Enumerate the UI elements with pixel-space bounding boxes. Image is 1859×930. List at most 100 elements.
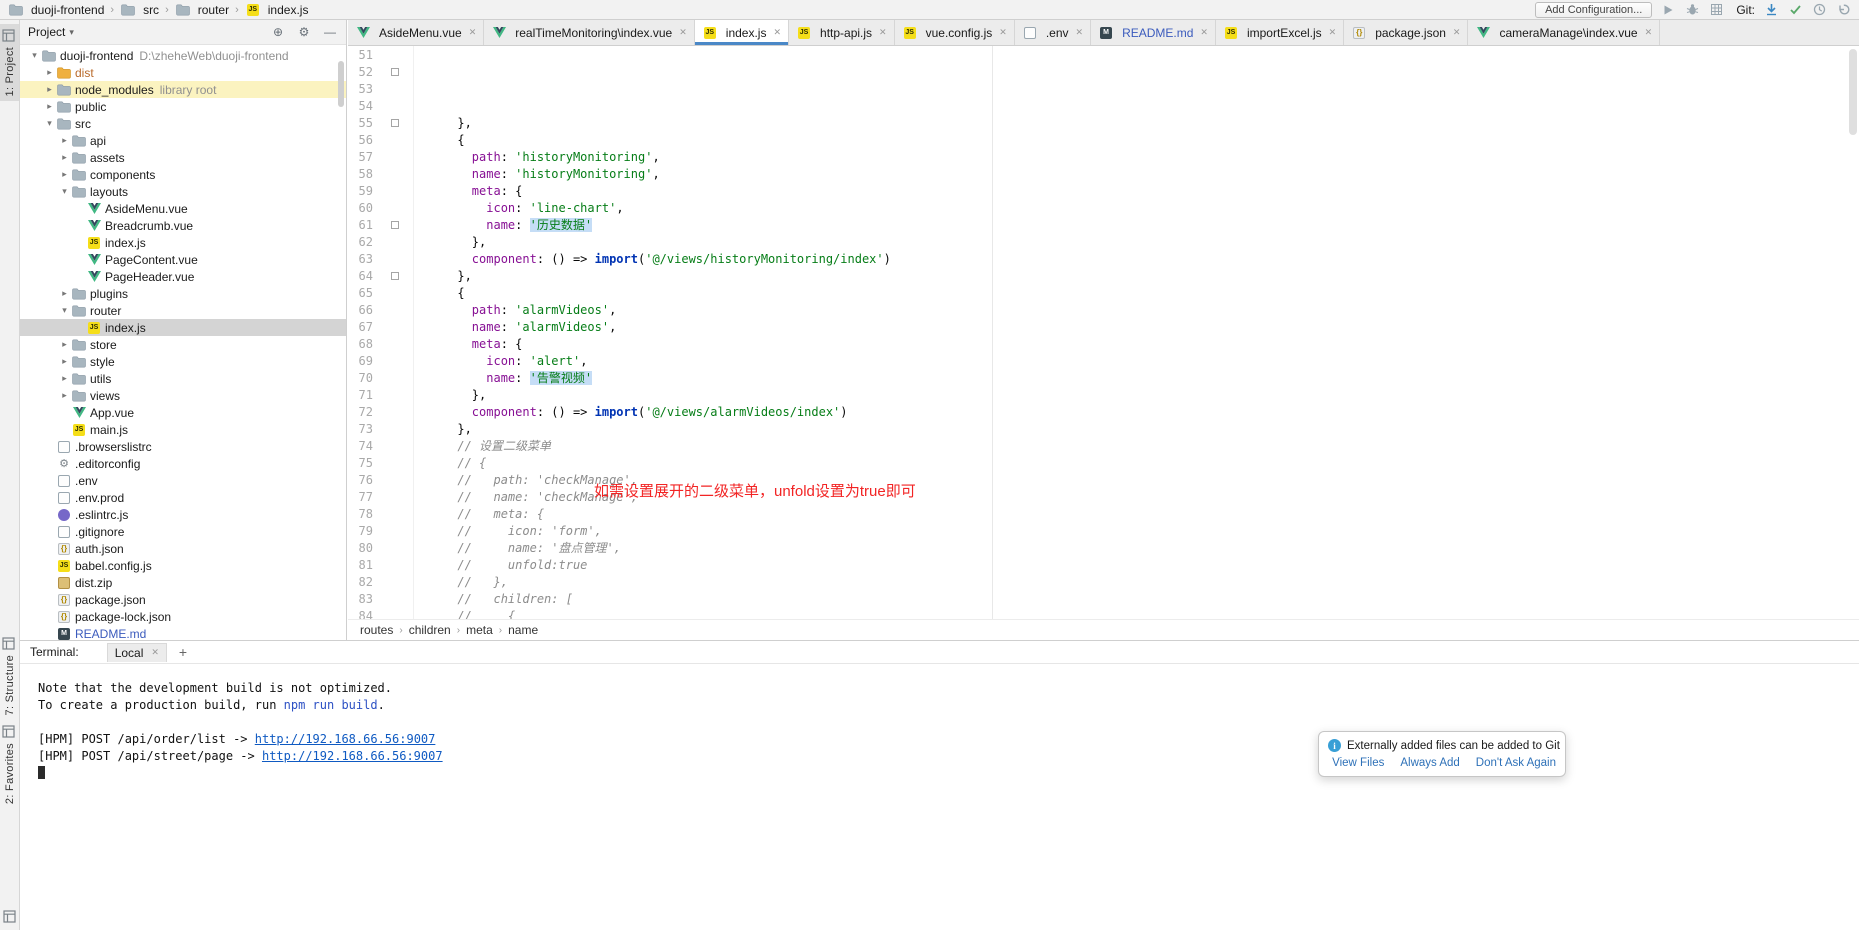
expanded-chevron-icon[interactable]: ▾ [58, 186, 71, 197]
close-tab-icon[interactable]: ✕ [1453, 27, 1461, 38]
tree-item[interactable]: ▾router [20, 302, 346, 319]
code-area[interactable]: 如需设置展开的二级菜单，unfold设置为true即可 }, { path: '… [414, 46, 1859, 619]
tree-item[interactable]: ⚙.editorconfig [20, 455, 346, 472]
collapsed-chevron-icon[interactable]: ▸ [58, 373, 71, 384]
tree-item[interactable]: PageHeader.vue [20, 268, 346, 285]
terminal-tab[interactable]: Local✕ [107, 643, 167, 662]
tree-item[interactable]: ▾duoji-frontendD:\zheheWeb\duoji-fronten… [20, 47, 346, 64]
tree-item[interactable]: JSmain.js [20, 421, 346, 438]
clock-icon[interactable] [1811, 2, 1827, 18]
code-breadcrumb-item[interactable]: meta [466, 623, 493, 637]
collapsed-chevron-icon[interactable]: ▸ [58, 288, 71, 299]
bug-icon[interactable] [1684, 2, 1700, 18]
tree-item[interactable]: .gitignore [20, 523, 346, 540]
collapsed-chevron-icon[interactable]: ▸ [58, 390, 71, 401]
tree-item[interactable]: ▾src [20, 115, 346, 132]
expanded-chevron-icon[interactable]: ▾ [43, 118, 56, 129]
collapsed-chevron-icon[interactable]: ▸ [43, 84, 56, 95]
tree-item[interactable]: ▸utils [20, 370, 346, 387]
close-tab-icon[interactable]: ✕ [879, 27, 887, 38]
settings-icon[interactable]: ⚙ [296, 24, 312, 40]
tree-item[interactable]: Breadcrumb.vue [20, 217, 346, 234]
expanded-chevron-icon[interactable]: ▾ [28, 50, 41, 61]
close-tab-icon[interactable]: ✕ [679, 27, 687, 38]
tree-item[interactable]: .browserslistrc [20, 438, 346, 455]
notification-action[interactable]: View Files [1332, 757, 1384, 769]
close-tab-icon[interactable]: ✕ [773, 27, 781, 38]
tree-item[interactable]: PageContent.vue [20, 251, 346, 268]
tree-scrollbar[interactable] [338, 61, 344, 107]
close-tab-icon[interactable]: ✕ [151, 647, 159, 658]
tool-window-button[interactable]: 7: Structure [0, 632, 19, 720]
tree-item[interactable]: MREADME.md [20, 625, 346, 640]
editor-tab[interactable]: MREADME.md✕ [1091, 20, 1216, 45]
add-configuration-button[interactable]: Add Configuration... [1535, 2, 1652, 18]
tree-item[interactable]: .env [20, 472, 346, 489]
grid-icon[interactable] [1708, 2, 1724, 18]
editor-scrollbar[interactable] [1849, 49, 1857, 135]
terminal-link[interactable]: http://192.168.66.56:9007 [262, 749, 443, 763]
editor-tab[interactable]: realTimeMonitoring\index.vue✕ [484, 20, 695, 45]
close-tab-icon[interactable]: ✕ [1329, 27, 1337, 38]
fold-icon[interactable] [391, 272, 399, 280]
tree-item[interactable]: {}auth.json [20, 540, 346, 557]
check-icon[interactable] [1787, 2, 1803, 18]
new-terminal-tab-button[interactable]: + [179, 644, 187, 660]
tree-item[interactable]: ▸plugins [20, 285, 346, 302]
tool-window-button[interactable]: 2: Favorites [0, 720, 19, 809]
terminal-link[interactable]: http://192.168.66.56:9007 [255, 732, 436, 746]
tree-item[interactable]: ▸store [20, 336, 346, 353]
tree-item[interactable]: .eslintrc.js [20, 506, 346, 523]
close-tab-icon[interactable]: ✕ [1076, 27, 1084, 38]
close-tab-icon[interactable]: ✕ [999, 27, 1007, 38]
collapsed-chevron-icon[interactable]: ▸ [58, 169, 71, 180]
close-tab-icon[interactable]: ✕ [1645, 27, 1653, 38]
fold-icon[interactable] [391, 119, 399, 127]
collapsed-chevron-icon[interactable]: ▸ [58, 339, 71, 350]
collapsed-chevron-icon[interactable]: ▸ [58, 152, 71, 163]
editor-tab[interactable]: .env✕ [1015, 20, 1091, 45]
code-breadcrumb-item[interactable]: routes [360, 623, 393, 637]
editor-tab[interactable]: JSvue.config.js✕ [895, 20, 1015, 45]
breadcrumb-item[interactable]: JSindex.js [245, 3, 309, 17]
tree-item[interactable]: ▸assets [20, 149, 346, 166]
notification-action[interactable]: Always Add [1400, 757, 1459, 769]
tree-item[interactable]: dist.zip [20, 574, 346, 591]
play-icon[interactable] [1660, 2, 1676, 18]
close-tab-icon[interactable]: ✕ [1200, 27, 1208, 38]
tree-item[interactable]: {}package-lock.json [20, 608, 346, 625]
tool-window-switcher-icon[interactable] [3, 910, 16, 926]
editor-tab[interactable]: cameraManage\index.vue✕ [1468, 20, 1660, 45]
breadcrumb-item[interactable]: router [175, 3, 229, 17]
collapsed-chevron-icon[interactable]: ▸ [58, 356, 71, 367]
arrow-down-icon[interactable] [1763, 2, 1779, 18]
editor-tab[interactable]: AsideMenu.vue✕ [348, 20, 484, 45]
tree-item[interactable]: ▾layouts [20, 183, 346, 200]
breadcrumb-item[interactable]: duoji-frontend [8, 3, 104, 17]
undo-icon[interactable] [1835, 2, 1851, 18]
tree-item[interactable]: App.vue [20, 404, 346, 421]
code-breadcrumb-item[interactable]: children [409, 623, 451, 637]
editor-tab[interactable]: JShttp-api.js✕ [789, 20, 895, 45]
tree-item[interactable]: ▸api [20, 132, 346, 149]
tree-item[interactable]: ▸dist [20, 64, 346, 81]
fold-icon[interactable] [391, 68, 399, 76]
tree-item[interactable]: AsideMenu.vue [20, 200, 346, 217]
code-breadcrumb-item[interactable]: name [508, 623, 538, 637]
collapsed-chevron-icon[interactable]: ▸ [58, 135, 71, 146]
editor-tab[interactable]: {}package.json✕ [1344, 20, 1468, 45]
tree-item[interactable]: JSbabel.config.js [20, 557, 346, 574]
editor-tab[interactable]: JSimportExcel.js✕ [1216, 20, 1344, 45]
locate-icon[interactable]: ⊕ [270, 24, 286, 40]
tree-item[interactable]: ▸views [20, 387, 346, 404]
tree-item[interactable]: JSindex.js [20, 234, 346, 251]
tree-item[interactable]: ▸style [20, 353, 346, 370]
editor-tab[interactable]: JSindex.js✕ [695, 20, 789, 45]
tree-item[interactable]: ▸components [20, 166, 346, 183]
close-tab-icon[interactable]: ✕ [469, 27, 477, 38]
collapsed-chevron-icon[interactable]: ▸ [43, 101, 56, 112]
tree-item[interactable]: {}package.json [20, 591, 346, 608]
tree-item[interactable]: ▸node_moduleslibrary root [20, 81, 346, 98]
fold-icon[interactable] [391, 221, 399, 229]
project-view-dropdown[interactable]: Project ▾ [28, 25, 74, 39]
